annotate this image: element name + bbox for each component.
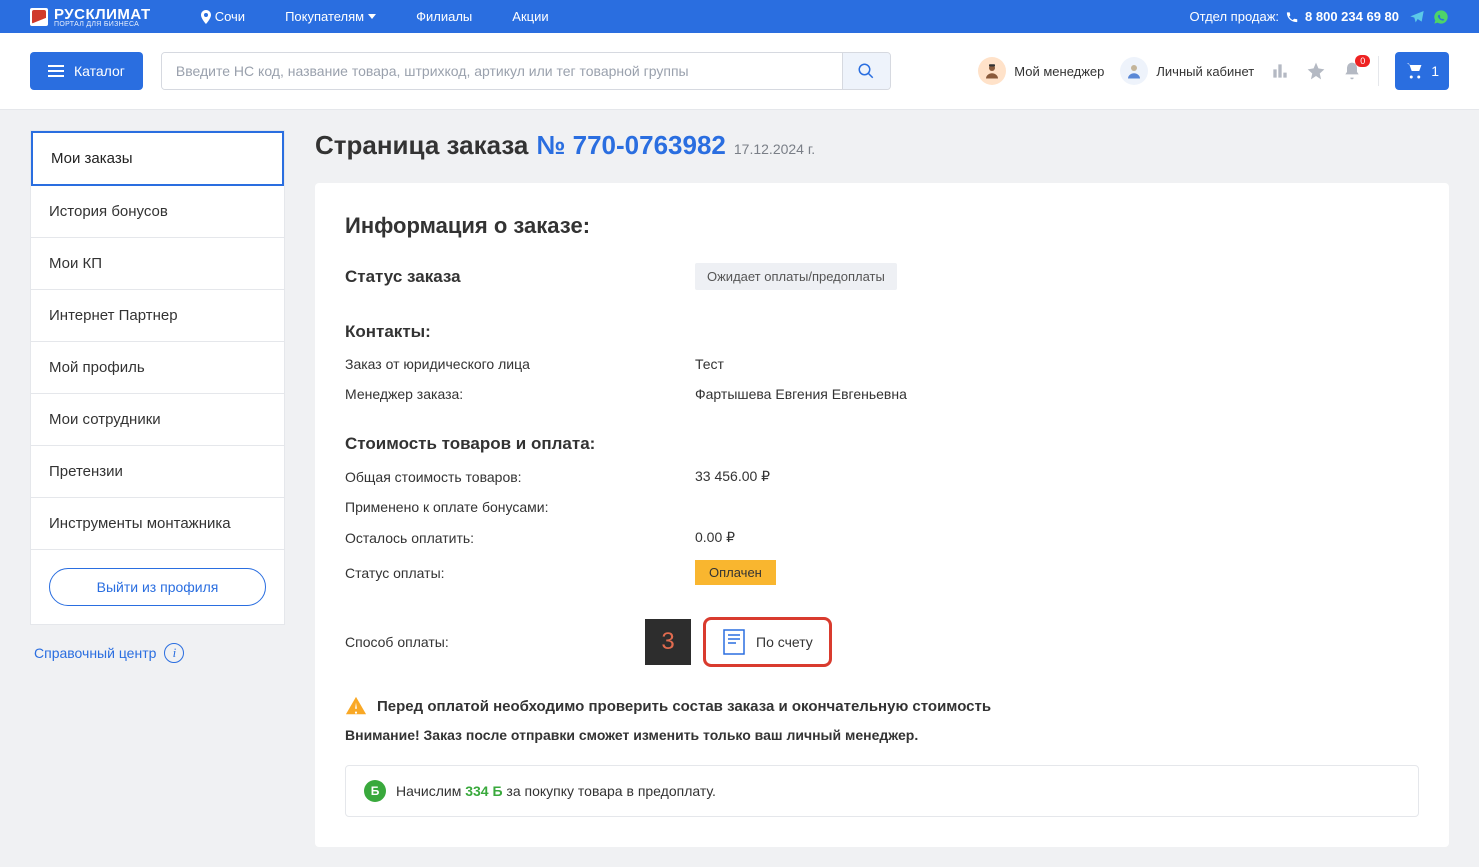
toolbar: Каталог Мой менеджер Личный кабинет 0 1 — [0, 33, 1479, 110]
top-nav: Сочи Покупателям Филиалы Акции — [201, 9, 549, 24]
search-wrap — [161, 52, 891, 90]
search-input[interactable] — [162, 53, 842, 89]
bonus-pre: Начислим — [396, 783, 465, 799]
stats-icon[interactable] — [1270, 61, 1290, 81]
nav-label: Филиалы — [416, 9, 472, 24]
location-icon — [201, 10, 211, 24]
page-title: Страница заказа № 770-0763982 17.12.2024… — [315, 130, 1449, 161]
help-center-link[interactable]: Справочный центр i — [30, 643, 285, 663]
sidebar-item-claims[interactable]: Претензии — [31, 446, 284, 498]
status-label: Статус заказа — [345, 267, 695, 287]
nav-label: Акции — [512, 9, 548, 24]
personal-cabinet-link[interactable]: Личный кабинет — [1120, 57, 1254, 85]
topbar: РУСКЛИМАТ ПОРТАЛ ДЛЯ БИЗНЕСА Сочи Покупа… — [0, 0, 1479, 33]
manager-avatar-icon — [978, 57, 1006, 85]
step-badge: 3 — [645, 619, 691, 665]
title-text: Страница заказа — [315, 130, 528, 161]
remain-label: Осталось оплатить: — [345, 530, 695, 546]
pay-status-label: Статус оплаты: — [345, 565, 695, 581]
nav-buyers[interactable]: Покупателям — [285, 9, 376, 24]
logo-subtext: ПОРТАЛ ДЛЯ БИЗНЕСА — [54, 21, 151, 28]
pay-method-label: Способ оплаты: — [345, 634, 645, 650]
info-header: Информация о заказе: — [345, 213, 1419, 239]
city-selector[interactable]: Сочи — [201, 9, 245, 24]
cost-header: Стоимость товаров и оплата: — [345, 434, 695, 454]
attention-text: Внимание! Заказ после отправки сможет из… — [345, 727, 1419, 743]
sales-label: Отдел продаж: — [1189, 9, 1279, 24]
catalog-button[interactable]: Каталог — [30, 52, 143, 90]
cart-button[interactable]: 1 — [1395, 52, 1449, 90]
nav-promos[interactable]: Акции — [512, 9, 548, 24]
menu-icon — [48, 65, 64, 77]
cabinet-label: Личный кабинет — [1156, 64, 1254, 79]
whatsapp-icon[interactable] — [1433, 9, 1449, 25]
total-label: Общая стоимость товаров: — [345, 469, 695, 485]
search-icon — [857, 62, 875, 80]
bonus-applied-label: Применено к оплате бонусами: — [345, 499, 695, 515]
sales-phone: Отдел продаж: 8 800 234 69 80 — [1189, 9, 1399, 24]
cart-icon — [1405, 62, 1425, 80]
phone-number[interactable]: 8 800 234 69 80 — [1305, 9, 1399, 24]
manager-order-value: Фартышева Евгения Евгеньевна — [695, 386, 907, 402]
order-info-card: Информация о заказе: Статус заказа Ожида… — [315, 183, 1449, 847]
city-label: Сочи — [215, 9, 245, 24]
sidebar: Мои заказы История бонусов Мои КП Интерн… — [30, 130, 285, 663]
sidebar-item-kp[interactable]: Мои КП — [31, 238, 284, 290]
total-value: 33 456.00 ₽ — [695, 468, 770, 485]
search-button[interactable] — [842, 53, 890, 89]
remain-value: 0.00 ₽ — [695, 529, 735, 546]
contacts-header: Контакты: — [345, 322, 695, 342]
sidebar-item-bonus-history[interactable]: История бонусов — [31, 186, 284, 238]
catalog-label: Каталог — [74, 63, 125, 79]
help-label: Справочный центр — [34, 645, 156, 661]
phone-icon — [1285, 10, 1299, 24]
chevron-down-icon — [368, 14, 376, 19]
main-content: Страница заказа № 770-0763982 17.12.2024… — [315, 130, 1449, 847]
warning-text: Перед оплатой необходимо проверить соста… — [377, 698, 991, 715]
warning-row: Перед оплатой необходимо проверить соста… — [345, 695, 1419, 717]
notifications-icon[interactable]: 0 — [1342, 61, 1362, 81]
order-date: 17.12.2024 г. — [734, 141, 815, 157]
telegram-icon[interactable] — [1409, 9, 1425, 25]
page: Мои заказы История бонусов Мои КП Интерн… — [0, 110, 1479, 867]
nav-label: Покупателям — [285, 9, 364, 24]
pay-method-box[interactable]: По счету — [703, 617, 832, 667]
sidebar-item-profile[interactable]: Мой профиль — [31, 342, 284, 394]
info-icon: i — [164, 643, 184, 663]
legal-value: Тест — [695, 356, 724, 372]
order-number[interactable]: № 770-0763982 — [536, 130, 725, 161]
sidebar-item-partner[interactable]: Интернет Партнер — [31, 290, 284, 342]
bonus-icon: Б — [364, 780, 386, 802]
logo-icon — [30, 8, 48, 26]
bonus-box: Б Начислим 334 Б за покупку товара в пре… — [345, 765, 1419, 817]
my-manager-link[interactable]: Мой менеджер — [978, 57, 1104, 85]
bonus-post: за покупку товара в предоплату. — [503, 783, 716, 799]
manager-label: Мой менеджер — [1014, 64, 1104, 79]
cart-count: 1 — [1431, 63, 1439, 79]
notif-badge: 0 — [1355, 55, 1370, 67]
legal-label: Заказ от юридического лица — [345, 356, 695, 372]
bonus-value: 334 Б — [465, 783, 502, 799]
sidebar-item-tools[interactable]: Инструменты монтажника — [31, 498, 284, 550]
invoice-icon — [722, 628, 746, 656]
warning-icon — [345, 695, 367, 717]
nav-branches[interactable]: Филиалы — [416, 9, 472, 24]
side-menu: Мои заказы История бонусов Мои КП Интерн… — [30, 130, 285, 625]
pay-method-value: По счету — [756, 634, 813, 650]
user-avatar-icon — [1120, 57, 1148, 85]
manager-order-label: Менеджер заказа: — [345, 386, 695, 402]
logout-button[interactable]: Выйти из профиля — [49, 568, 266, 606]
pay-status-value: Оплачен — [695, 560, 776, 585]
order-status-value: Ожидает оплаты/предоплаты — [695, 263, 897, 290]
sidebar-item-employees[interactable]: Мои сотрудники — [31, 394, 284, 446]
divider — [1378, 56, 1379, 86]
favorites-icon[interactable] — [1306, 61, 1326, 81]
sidebar-item-orders[interactable]: Мои заказы — [31, 131, 284, 186]
logo[interactable]: РУСКЛИМАТ ПОРТАЛ ДЛЯ БИЗНЕСА — [30, 6, 151, 28]
